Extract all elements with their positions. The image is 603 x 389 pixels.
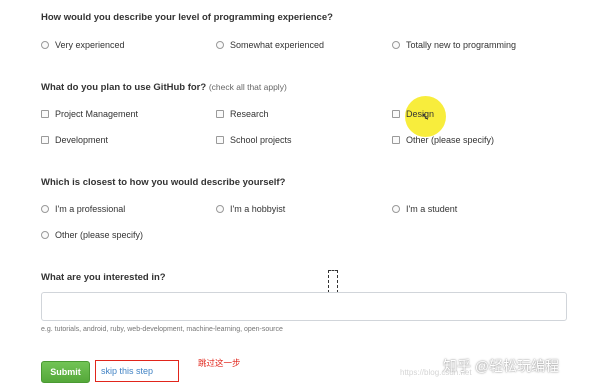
interests-question: What are you interested in? (41, 272, 166, 283)
option-label: I'm a professional (55, 204, 126, 214)
radio-circle-icon (392, 205, 400, 213)
checkbox-icon (392, 110, 400, 118)
radio-very-experienced[interactable]: Very experienced (41, 40, 125, 50)
checkbox-other[interactable]: Other (please specify) (392, 135, 494, 145)
radio-circle-icon (41, 41, 49, 49)
checkbox-research[interactable]: Research (216, 109, 269, 119)
radio-somewhat-experienced[interactable]: Somewhat experienced (216, 40, 324, 50)
checkbox-icon (392, 136, 400, 144)
radio-circle-icon (392, 41, 400, 49)
radio-circle-icon (41, 231, 49, 239)
experience-question: How would you describe your level of pro… (41, 12, 333, 23)
describe-question: Which is closest to how you would descri… (41, 177, 286, 188)
option-label: Design (406, 109, 435, 119)
radio-student[interactable]: I'm a student (392, 204, 457, 214)
radio-circle-icon (41, 205, 49, 213)
mouse-pointer-icon: ↖ (421, 112, 430, 123)
option-label: Other (please specify) (55, 230, 144, 240)
text-cursor-icon (328, 270, 338, 293)
radio-circle-icon (216, 205, 224, 213)
interests-input[interactable] (41, 292, 567, 321)
checkbox-icon (216, 110, 224, 118)
option-label: Very experienced (55, 40, 125, 50)
radio-professional[interactable]: I'm a professional (41, 204, 125, 214)
option-label: Somewhat experienced (230, 40, 325, 50)
option-label: Development (55, 135, 109, 145)
submit-button[interactable]: Submit (41, 361, 90, 383)
radio-circle-icon (216, 41, 224, 49)
option-label: I'm a hobbyist (230, 204, 286, 214)
option-label: Project Management (55, 109, 139, 119)
checkbox-project-management[interactable]: Project Management (41, 109, 138, 119)
option-label: School projects (230, 135, 292, 145)
checkbox-icon (41, 136, 49, 144)
skip-step-link[interactable]: skip this step (95, 360, 179, 382)
radio-hobbyist[interactable]: I'm a hobbyist (216, 204, 285, 214)
checkbox-development[interactable]: Development (41, 135, 108, 145)
option-label: Totally new to programming (406, 40, 517, 50)
github-use-hint: (check all that apply) (208, 82, 287, 92)
zhihu-watermark: 知乎 @轻松玩编程 (443, 358, 560, 374)
checkbox-school-projects[interactable]: School projects (216, 135, 292, 145)
skip-annotation: 跳过这一步 (198, 358, 241, 368)
option-label: I'm a student (406, 204, 458, 214)
radio-other[interactable]: Other (please specify) (41, 230, 143, 240)
github-use-question: What do you plan to use GitHub for? (che… (41, 82, 287, 93)
radio-totally-new[interactable]: Totally new to programming (392, 40, 516, 50)
interests-example: e.g. tutorials, android, ruby, web-devel… (41, 326, 283, 333)
checkbox-icon (216, 136, 224, 144)
github-use-question-text: What do you plan to use GitHub for? (41, 82, 207, 93)
option-label: Other (please specify) (406, 135, 495, 145)
checkbox-icon (41, 110, 49, 118)
option-label: Research (230, 109, 269, 119)
